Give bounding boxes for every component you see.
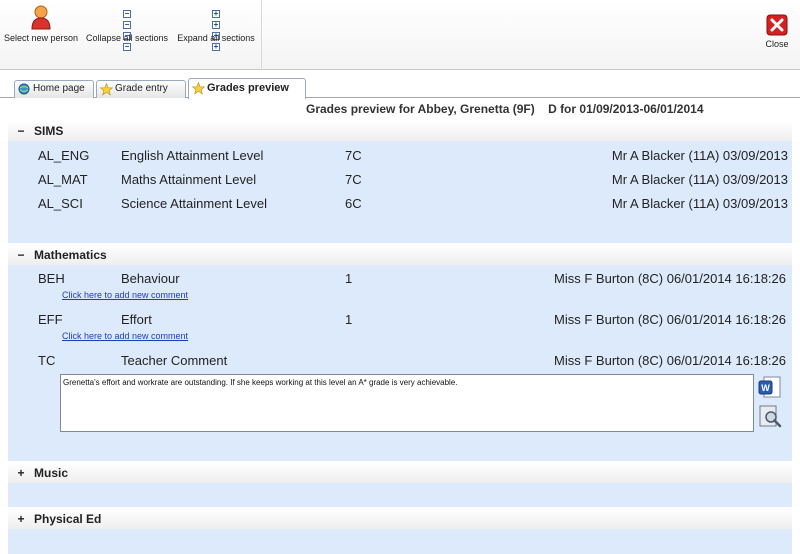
home-icon [18,83,30,95]
table-row: AL_MAT Maths Attainment Level 7C Mr A Bl… [8,170,792,190]
collapse-all-label: Collapse all sections [86,33,169,43]
table-row: AL_SCI Science Attainment Level 6C Mr A … [8,194,792,214]
grade-code: AL_SCI [38,196,83,211]
grade-description: Teacher Comment [121,353,228,368]
grade-description: Maths Attainment Level [121,172,257,187]
grade-value: 7C [345,172,362,187]
section-header-physical-ed: + Physical Ed [8,509,792,529]
add-comment-link[interactable]: Click here to add new comment [62,290,188,300]
tab-grades-preview[interactable]: Grades preview [188,78,306,99]
preview-magnifier-icon[interactable] [758,404,782,428]
tab-home-page[interactable]: Home page [14,80,94,98]
table-row: AL_ENG English Attainment Level 7C Mr A … [8,146,792,166]
entered-by: Miss F Burton (8C) 06/01/2014 16:18:26 [554,353,786,368]
toolbar: Select new person −− −− Collapse all sect… [0,0,800,70]
collapse-all-icon: −− −− [123,9,131,51]
select-new-person-label: Select new person [4,33,79,43]
entered-by: Mr A Blacker (11A) 03/09/2013 [611,172,788,187]
close-icon [766,14,788,36]
table-row: BEH Behaviour 1 Miss F Burton (8C) 06/01… [8,269,792,289]
tab-bar: Home page Grade entry Grades preview [0,78,800,99]
star-icon [100,83,113,96]
grade-description: Effort [121,312,152,327]
expand-all-label: Expand all sections [177,33,255,43]
collapse-all-sections-button[interactable]: −− −− Collapse all sections [86,4,169,51]
select-new-person-button[interactable]: Select new person [4,4,78,43]
close-button[interactable]: Close [760,14,794,49]
entered-by: Mr A Blacker (11A) 03/09/2013 [611,148,788,163]
section-header-mathematics: − Mathematics [8,245,792,265]
section-header-sims: − SIMS [8,121,792,141]
table-row: TC Teacher Comment Miss F Burton (8C) 06… [8,351,792,371]
word-document-icon[interactable]: W [758,375,782,399]
svg-text:W: W [761,383,770,393]
left-margin [0,120,8,554]
person-icon [31,5,51,30]
collapse-toggle-mathematics[interactable]: − [14,245,28,265]
grade-description: English Attainment Level [121,148,264,163]
expand-all-sections-button[interactable]: ++ ++ Expand all sections [176,4,256,51]
star-icon [192,82,205,95]
add-comment-link[interactable]: Click here to add new comment [62,331,188,341]
tab-home-page-label: Home page [33,83,85,94]
tab-grade-entry-label: Grade entry [115,83,168,94]
section-title-sims: SIMS [34,124,64,138]
collapse-toggle-sims[interactable]: − [14,121,28,141]
entered-by: Mr A Blacker (11A) 03/09/2013 [611,196,788,211]
expand-all-icon: ++ ++ [212,9,220,51]
close-label: Close [765,39,789,49]
grade-code: EFF [38,312,63,327]
section-body-music [8,483,792,507]
section-title-music: Music [34,466,69,480]
expand-toggle-physical-ed[interactable]: + [14,509,28,529]
teacher-comment-textarea[interactable]: Grenetta's effort and workrate are outst… [60,374,754,432]
entered-by: Miss F Burton (8C) 06/01/2014 16:18:26 [554,271,786,286]
grade-code: AL_MAT [38,172,88,187]
section-body-sims: AL_ENG English Attainment Level 7C Mr A … [8,141,792,243]
grade-code: BEH [38,271,65,286]
grade-code: TC [38,353,56,368]
grade-description: Science Attainment Level [121,196,267,211]
grade-code: AL_ENG [38,148,90,163]
section-header-music: + Music [8,463,792,483]
tab-grade-entry[interactable]: Grade entry [96,80,186,98]
section-title-mathematics: Mathematics [34,248,107,262]
entered-by: Miss F Burton (8C) 06/01/2014 16:18:26 [554,312,786,327]
grade-description: Behaviour [121,271,180,286]
grade-value: 6C [345,196,362,211]
grade-value: 1 [345,312,353,327]
section-title-physical-ed: Physical Ed [34,512,102,526]
grade-value: 1 [345,271,353,286]
section-body-physical-ed [8,529,792,554]
page-title: Grades preview for Abbey, Grenetta (9F) … [306,102,704,116]
grade-value: 7C [345,148,362,163]
toolbar-group-navigation: Select new person −− −− Collapse all sect… [0,0,262,70]
table-row: EFF Effort 1 Miss F Burton (8C) 06/01/20… [8,310,792,330]
expand-toggle-music[interactable]: + [14,463,28,483]
tab-grades-preview-label: Grades preview [207,82,289,94]
